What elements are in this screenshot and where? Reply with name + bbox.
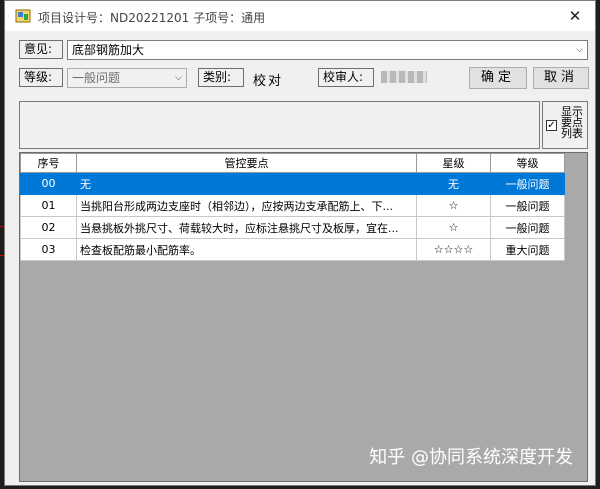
opinion-label: 意见: [19,40,63,59]
column-header-no[interactable]: 序号 [20,153,77,173]
cell-point: 当挑阳台形成两边支座时（相邻边），应按两边支承配筋上、下... [76,194,417,217]
cell-stars: ☆ [416,216,491,239]
category-label: 类别: [198,68,244,87]
level-combobox[interactable]: 一般问题 ⌵ [67,68,187,88]
cell-stars: ☆☆☆☆ [416,238,491,261]
confirm-button[interactable]: 确定 [469,67,527,89]
points-grid[interactable]: 序号 管控要点 星级 等级 00 无 无 一般问题 01 当挑阳台形成两边支座时… [19,152,588,482]
cell-stars: 无 [416,172,491,195]
show-points-checkbox[interactable]: ✓ [546,120,557,131]
level-label: 等级: [19,68,63,87]
level-value: 一般问题 [72,71,121,85]
cell-stars: ☆ [416,194,491,217]
chevron-down-icon[interactable]: ⌵ [576,41,583,59]
close-icon[interactable]: ✕ [555,1,595,31]
remark-textarea[interactable] [19,101,540,149]
table-header-row: 序号 管控要点 星级 等级 [20,153,565,173]
title-bar: 项目设计号：ND20221201 子项号：通用 ✕ [5,1,595,31]
watermark: 知乎 @协同系统深度开发 [369,447,573,468]
cell-level: 一般问题 [490,216,565,239]
reviewer-label: 校审人: [318,68,374,87]
cell-level: 一般问题 [490,172,565,195]
table-row[interactable]: 00 无 无 一般问题 [20,172,565,195]
cell-no: 00 [20,172,77,195]
cancel-button[interactable]: 取消 [533,67,589,89]
show-points-label: 显示要点列表 [561,105,583,140]
cell-level: 一般问题 [490,194,565,217]
column-header-stars[interactable]: 星级 [416,153,491,173]
table-row[interactable]: 01 当挑阳台形成两边支座时（相邻边），应按两边支承配筋上、下... ☆ 一般问… [20,194,565,217]
show-points-toggle[interactable]: ✓ 显示要点列表 [542,101,588,149]
window-title: 项目设计号：ND20221201 子项号：通用 [38,11,266,25]
cell-no: 03 [20,238,77,261]
column-header-point[interactable]: 管控要点 [76,153,417,173]
cell-level: 重大问题 [490,238,565,261]
column-header-level[interactable]: 等级 [490,153,565,173]
cell-no: 01 [20,194,77,217]
cell-point: 当悬挑板外挑尺寸、荷载较大时，应标注悬挑尺寸及板厚，宜在... [76,216,417,239]
table-row[interactable]: 02 当悬挑板外挑尺寸、荷载较大时，应标注悬挑尺寸及板厚，宜在... ☆ 一般问… [20,216,565,239]
reviewer-value-blurred [381,71,427,83]
opinion-combobox[interactable]: 底部钢筋加大 ⌵ [67,40,588,60]
category-value: 校对 [253,74,284,89]
chevron-down-icon[interactable]: ⌵ [175,69,182,87]
cell-point: 检查板配筋最小配筋率。 [76,238,417,261]
table-row[interactable]: 03 检查板配筋最小配筋率。 ☆☆☆☆ 重大问题 [20,238,565,261]
cell-no: 02 [20,216,77,239]
dialog-window: 项目设计号：ND20221201 子项号：通用 ✕ 意见: 底部钢筋加大 ⌵ 等… [4,0,596,486]
opinion-value: 底部钢筋加大 [72,43,145,57]
points-table: 序号 管控要点 星级 等级 00 无 无 一般问题 01 当挑阳台形成两边支座时… [20,153,565,261]
app-icon [15,9,31,23]
cell-point: 无 [76,172,417,195]
